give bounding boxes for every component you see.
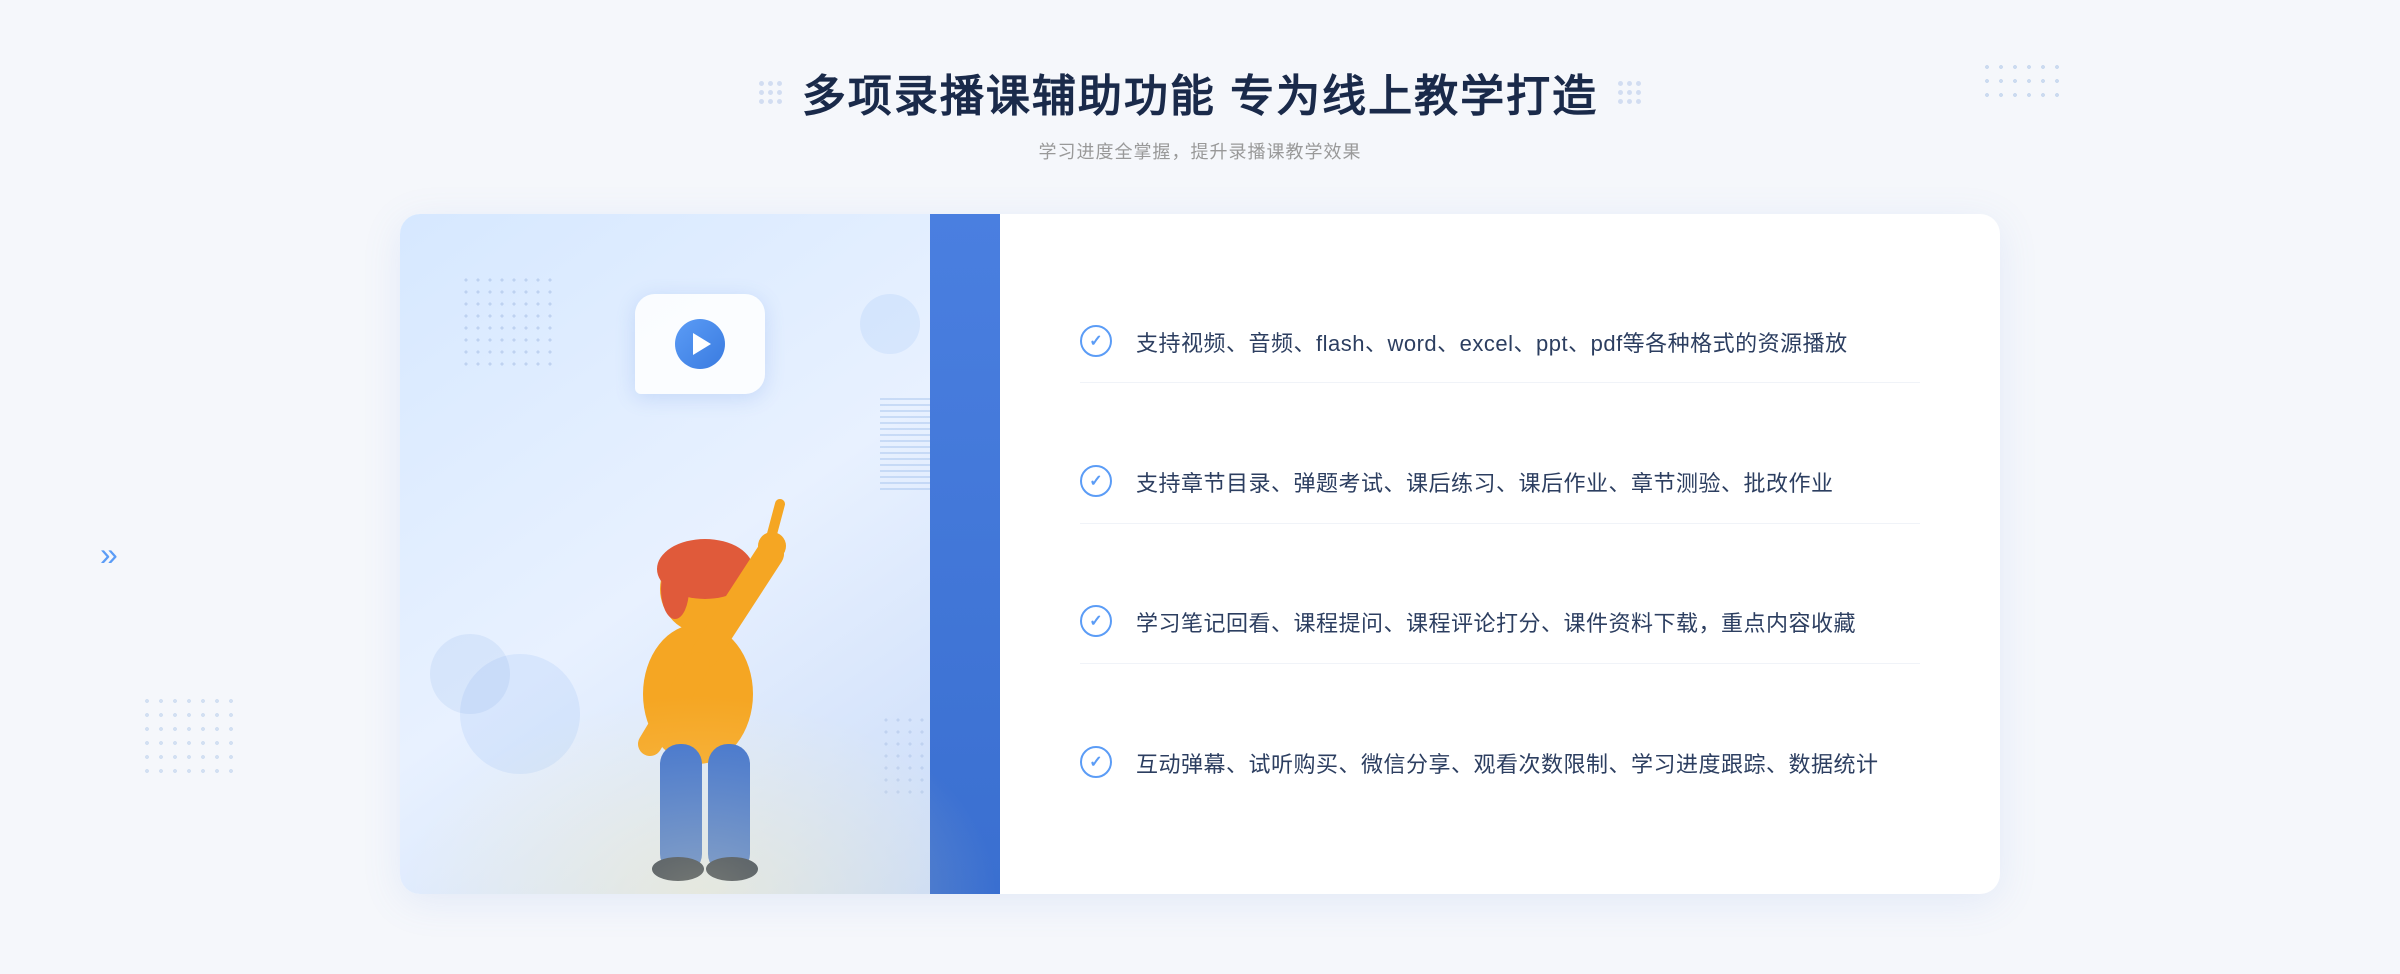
feature-text-1: 支持视频、音频、flash、word、excel、ppt、pdf等各种格式的资源… xyxy=(1136,325,1848,362)
feature-item-3: 学习笔记回看、课程提问、课程评论打分、课件资料下载，重点内容收藏 xyxy=(1080,585,1920,663)
title-row: 多项录播课辅助功能 专为线上教学打造 xyxy=(759,60,1641,124)
top-right-dots-decor xyxy=(1980,60,2060,100)
feature-text-3: 学习笔记回看、课程提问、课程评论打分、课件资料下载，重点内容收藏 xyxy=(1136,605,1856,642)
play-icon xyxy=(675,319,725,369)
title-dots-left xyxy=(759,81,782,104)
right-features-panel: 支持视频、音频、flash、word、excel、ppt、pdf等各种格式的资源… xyxy=(1000,214,2000,894)
left-illustration-panel xyxy=(400,214,1000,894)
check-icon-1 xyxy=(1080,325,1112,357)
sub-title: 学习进度全掌握，提升录播课教学效果 xyxy=(759,138,1641,164)
feature-item-4: 互动弹幕、试听购买、微信分享、观看次数限制、学习进度跟踪、数据统计 xyxy=(1080,726,1920,803)
feature-text-2: 支持章节目录、弹题考试、课后练习、课后作业、章节测验、批改作业 xyxy=(1136,465,1834,502)
bottom-left-dots-decor xyxy=(140,694,240,774)
circle-decor-3 xyxy=(860,294,920,354)
check-icon-3 xyxy=(1080,605,1112,637)
side-chevron-decor: » xyxy=(100,536,118,573)
video-bubble xyxy=(635,294,765,394)
feature-item-2: 支持章节目录、弹题考试、课后练习、课后作业、章节测验、批改作业 xyxy=(1080,445,1920,523)
header-section: 多项录播课辅助功能 专为线上教学打造 学习进度全掌握，提升录播课教学效果 xyxy=(759,60,1641,164)
check-icon-2 xyxy=(1080,465,1112,497)
check-icon-4 xyxy=(1080,746,1112,778)
left-dots-top xyxy=(460,274,560,374)
title-dots-right xyxy=(1618,81,1641,104)
content-area: 支持视频、音频、flash、word、excel、ppt、pdf等各种格式的资源… xyxy=(400,214,2000,894)
page-wrapper: 多项录播课辅助功能 专为线上教学打造 学习进度全掌握，提升录播课教学效果 xyxy=(0,0,2400,974)
feature-text-4: 互动弹幕、试听购买、微信分享、观看次数限制、学习进度跟踪、数据统计 xyxy=(1136,746,1879,783)
main-title: 多项录播课辅助功能 专为线上教学打造 xyxy=(802,60,1598,124)
feature-item-1: 支持视频、音频、flash、word、excel、ppt、pdf等各种格式的资源… xyxy=(1080,305,1920,383)
bottom-glow xyxy=(400,694,1000,894)
